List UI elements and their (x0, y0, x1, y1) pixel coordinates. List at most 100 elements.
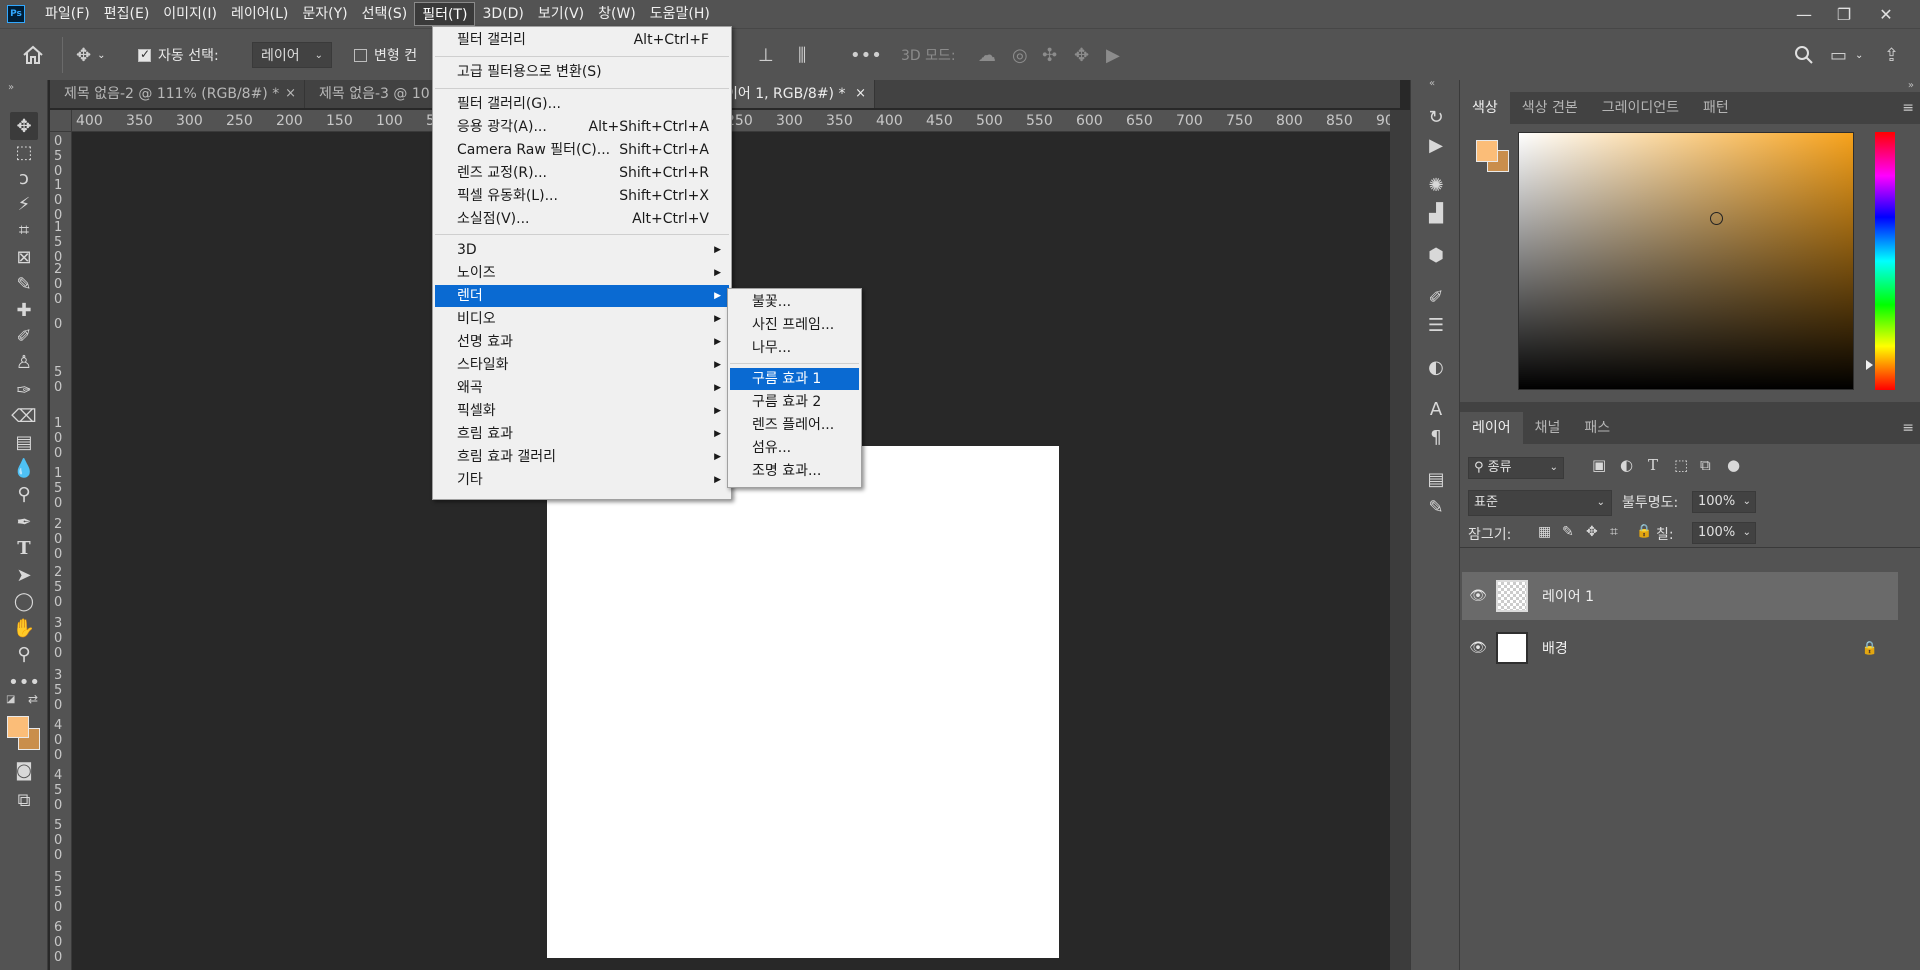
ruler-origin[interactable] (50, 110, 72, 132)
filter-menu-item[interactable]: 흐림 효과 갤러리 ▶ (435, 446, 729, 468)
foreground-color-swatch[interactable] (7, 716, 29, 738)
fill-field[interactable]: 100% ⌄ (1692, 522, 1756, 544)
paragraph-panel-button[interactable]: ¶ (1423, 424, 1449, 450)
eraser-tool[interactable]: ⌫ (10, 402, 38, 430)
collapse-dock-icon[interactable]: « (1429, 78, 1435, 89)
move-tool-preset[interactable]: ✥ ⌄ (76, 29, 105, 81)
render-menu-item[interactable]: 렌즈 플레어... (730, 414, 859, 436)
filter-menu-item[interactable]: 고급 필터용으로 변환(S) (435, 61, 729, 83)
crop-tool[interactable]: ⌗ (10, 216, 38, 244)
filter-toggle-icon[interactable]: ● (1727, 456, 1740, 474)
3d-panel-button[interactable]: ⬢ (1423, 242, 1449, 268)
filter-menu-item[interactable]: 필터 갤러리 Alt+Ctrl+F (435, 29, 729, 51)
default-colors-icon[interactable]: ◪ (6, 694, 15, 705)
filter-menu-item[interactable]: 선명 효과 ▶ (435, 331, 729, 353)
3d-roll-button[interactable]: ◎ (1012, 29, 1028, 81)
filter-menu-item[interactable]: 소실점(V)... Alt+Ctrl+V (435, 208, 729, 230)
layer-filter-kind[interactable]: ⚲ 종류 ⌄ (1468, 457, 1564, 479)
stamp-tool[interactable]: ♙ (10, 348, 38, 376)
filter-menu-item[interactable]: 비디오 ▶ (435, 308, 729, 330)
home-button[interactable] (22, 29, 44, 81)
actions-panel-button[interactable]: ▶ (1423, 132, 1449, 158)
canvas-scrollbar[interactable] (1390, 110, 1410, 970)
share-button[interactable]: ⇪ (1884, 29, 1899, 81)
filter-adjustment-icon[interactable]: ◐ (1620, 456, 1633, 474)
notes-panel-button[interactable]: ✎ (1423, 494, 1449, 520)
blend-mode-dropdown[interactable]: 표준 ⌄ (1468, 490, 1612, 516)
filter-menu-item[interactable]: 필터 갤러리(G)... (435, 93, 729, 115)
filter-menu-item[interactable]: 왜곡 ▶ (435, 377, 729, 399)
3d-slide-button[interactable]: ✥ (1074, 29, 1089, 81)
close-window-button[interactable]: ✕ (1866, 0, 1906, 28)
frame-tool[interactable]: ⊠ (10, 243, 38, 271)
more-options-button[interactable]: ••• (850, 29, 882, 81)
menu-5[interactable]: 문자(Y) (295, 2, 354, 26)
workspace-button[interactable]: ▭ ⌄ (1830, 29, 1863, 81)
collapse-toolbar-icon[interactable]: » (8, 82, 14, 93)
filter-menu-item[interactable]: 렌더 ▶ (435, 285, 729, 307)
vertical-ruler[interactable]: 05 01 0 01 5 02 0 005 01 0 01 5 02 0 02 … (50, 132, 72, 970)
magic-wand-tool[interactable]: ⚡ (10, 190, 38, 218)
filter-smart-object-icon[interactable]: ⧉ (1700, 456, 1711, 474)
eyedropper-tool[interactable]: ✎ (10, 270, 38, 298)
render-menu-item[interactable]: 섬유... (730, 437, 859, 459)
menu-3[interactable]: 이미지(I) (156, 2, 224, 26)
menu-2[interactable]: 편집(E) (97, 2, 157, 26)
panel-tab[interactable]: 색상 견본 (1510, 92, 1590, 124)
hue-slider[interactable] (1875, 132, 1895, 390)
properties-panel-button[interactable]: ☰ (1423, 312, 1449, 338)
info-panel-button[interactable]: ▤ (1423, 466, 1449, 492)
healing-tool[interactable]: ✚ (10, 296, 38, 324)
dodge-tool[interactable]: ⚲ (10, 480, 38, 508)
render-menu-item[interactable]: 사진 프레임... (730, 314, 859, 336)
screen-mode-button[interactable]: ⧉ (10, 786, 38, 814)
layer-row[interactable]: 👁 레이어 1 (1462, 572, 1898, 620)
render-menu-item[interactable]: 나무... (730, 337, 859, 359)
close-tab-icon[interactable]: × (285, 80, 296, 108)
quick-mask-button[interactable]: ◙ (10, 756, 38, 784)
filter-menu-item[interactable]: 픽셀 유동화(L)... Shift+Ctrl+X (435, 185, 729, 207)
render-menu-item[interactable]: 조명 효과... (730, 460, 859, 482)
panel-tab[interactable]: 색상 (1460, 92, 1510, 124)
move-tool[interactable]: ✥ (10, 112, 38, 140)
transform-checkbox[interactable] (354, 48, 367, 62)
panel-tab[interactable]: 그레이디언트 (1590, 92, 1691, 124)
auto-select-target[interactable]: 레이어 ⌄ (252, 29, 332, 81)
panel-tab[interactable]: 패스 (1572, 412, 1622, 444)
brush-settings-button[interactable]: ✐ (1423, 284, 1449, 310)
gradient-tool[interactable]: ▤ (10, 428, 38, 456)
collapse-panels-icon[interactable]: » (1908, 80, 1914, 91)
history-brush-tool[interactable]: ✑ (10, 376, 38, 404)
filter-menu-item[interactable]: 기타 ▶ (435, 469, 729, 491)
visibility-eye-icon[interactable]: 👁 (1462, 588, 1494, 604)
history-panel-button[interactable]: ↻ (1423, 104, 1449, 130)
transform-controls-option[interactable]: 변형 컨 (354, 29, 417, 81)
menu-1[interactable]: 파일(F) (38, 2, 97, 26)
auto-select-option[interactable]: 자동 선택: (138, 29, 219, 81)
lock-all-icon[interactable]: 🔒 (1636, 524, 1652, 539)
marquee-tool[interactable]: ⬚ (10, 138, 38, 166)
menu-6[interactable]: 선택(S) (355, 2, 415, 26)
render-menu-item[interactable]: 구름 효과 2 (730, 391, 859, 413)
menu-10[interactable]: 창(W) (591, 2, 643, 26)
filter-menu-item[interactable]: 스타일화 ▶ (435, 354, 729, 376)
histogram-panel-button[interactable]: ▟ (1423, 200, 1449, 226)
panel-tab[interactable]: 채널 (1523, 412, 1573, 444)
color-field[interactable] (1518, 132, 1854, 390)
panel-menu-icon[interactable]: ≡ (1902, 420, 1914, 436)
3d-camera-button[interactable]: ▶ (1106, 29, 1120, 81)
document-tab-active[interactable]: 이어 1, RGB/8#) * × (725, 80, 875, 108)
filter-menu-item[interactable]: 흐림 효과 ▶ (435, 423, 729, 445)
foreground-color-swatch[interactable] (1476, 140, 1498, 162)
filter-shape-icon[interactable]: ⬚ (1674, 456, 1688, 474)
auto-select-checkbox[interactable] (138, 47, 151, 62)
filter-menu-item[interactable]: 응용 광각(A)... Alt+Shift+Ctrl+A (435, 116, 729, 138)
opacity-field[interactable]: 100% ⌄ (1692, 491, 1756, 513)
lock-transparent-icon[interactable]: ▦ (1538, 524, 1551, 540)
target-dropdown[interactable]: 레이어 ⌄ (252, 42, 332, 68)
brush-tool[interactable]: ✐ (10, 322, 38, 350)
zoom-tool[interactable]: ⚲ (10, 640, 38, 668)
panel-menu-icon[interactable]: ≡ (1902, 100, 1914, 116)
panel-tab[interactable]: 패턴 (1691, 92, 1741, 124)
path-selection-tool[interactable]: ➤ (10, 561, 38, 589)
